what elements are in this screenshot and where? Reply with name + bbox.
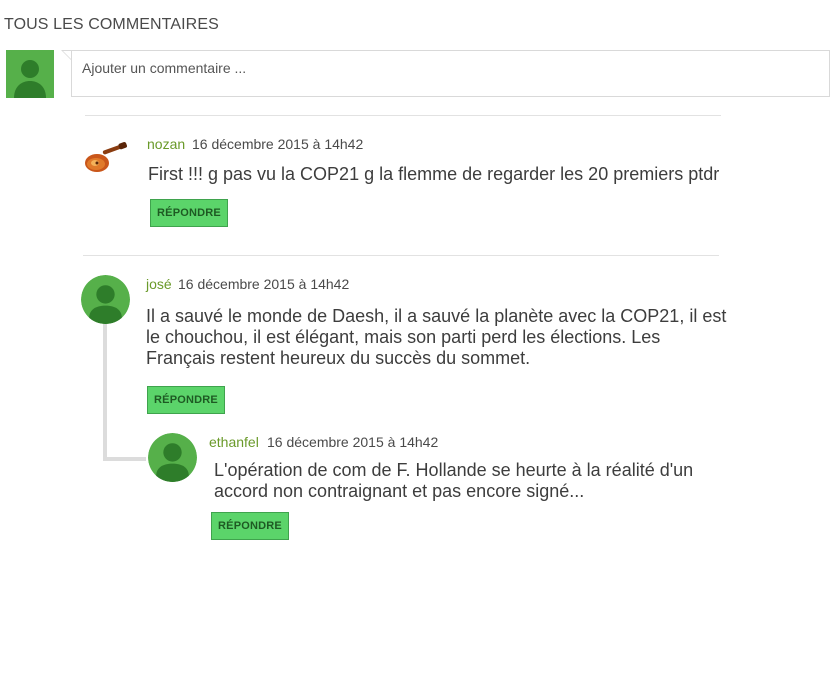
user-icon — [81, 275, 130, 324]
section-title: TOUS LES COMMENTAIRES — [4, 16, 219, 33]
thread-connector — [103, 324, 107, 461]
comment-author[interactable]: josé — [146, 276, 172, 292]
reply-author[interactable]: ethanfel — [209, 434, 259, 450]
user-icon — [148, 433, 197, 482]
reply-button[interactable]: RÉPONDRE — [147, 386, 225, 414]
reply-date: 16 décembre 2015 à 14h42 — [267, 434, 439, 450]
reply-button[interactable]: RÉPONDRE — [150, 199, 228, 227]
comment-divider — [83, 255, 719, 256]
comment-date: 16 décembre 2015 à 14h42 — [178, 276, 350, 292]
reply-avatar — [148, 433, 197, 482]
reply-button[interactable]: RÉPONDRE — [211, 512, 289, 540]
comment-composer[interactable]: Ajouter un commentaire ... — [71, 50, 830, 97]
guitar-icon — [83, 141, 129, 177]
comment-divider — [85, 115, 721, 116]
reply-text: L'opération de com de F. Hollande se heu… — [214, 460, 694, 501]
comment-text: Il a sauvé le monde de Daesh, il a sauvé… — [146, 306, 727, 368]
current-user-avatar — [6, 50, 54, 98]
comment-author[interactable]: nozan — [147, 136, 185, 152]
comment-input[interactable]: Ajouter un commentaire ... — [82, 60, 246, 76]
comment-date: 16 décembre 2015 à 14h42 — [192, 136, 364, 152]
comment-text: First !!! g pas vu la COP21 g la flemme … — [148, 164, 720, 184]
thread-connector — [103, 457, 146, 461]
user-icon — [6, 50, 54, 98]
comment-avatar — [81, 275, 130, 324]
